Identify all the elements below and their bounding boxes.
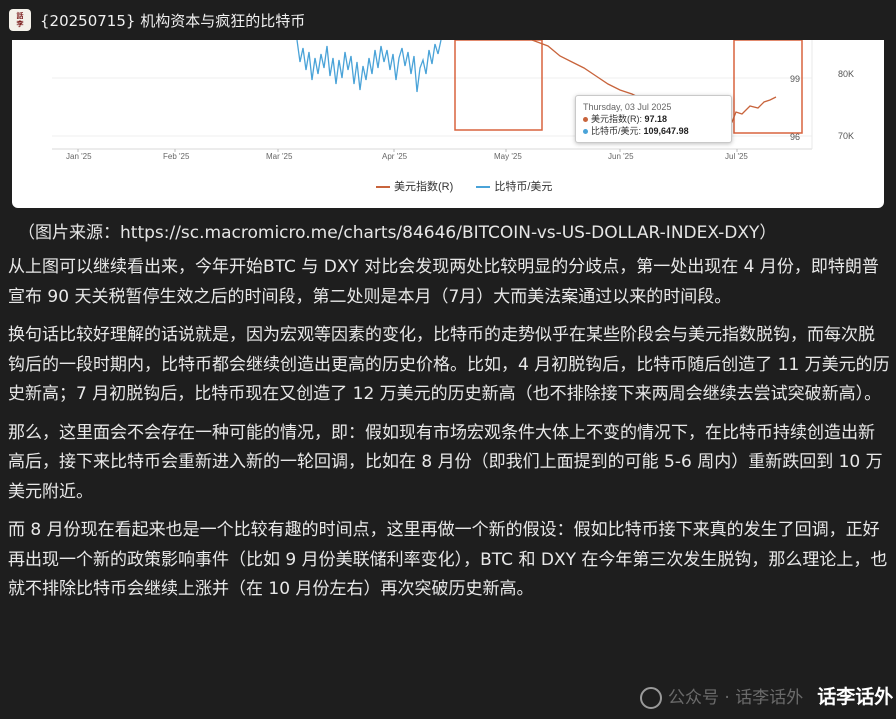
title-bar: 話李 {20250715} 机构资本与疯狂的比特币 <box>0 0 896 40</box>
watermark-name: 话李话外 <box>817 686 894 708</box>
chart-tooltip: Thursday, 03 Jul 2025 美元指数(R): 97.18 比特币… <box>575 95 732 143</box>
btc-dot-icon <box>583 129 588 135</box>
dxy-dot-icon <box>583 117 588 123</box>
paragraph-4: 而 8 月份现在看起来也是一个比较有趣的时间点，这里再做一个新的假设：假如比特币… <box>8 520 888 599</box>
btc-tick-80k: 80K <box>838 69 854 79</box>
legend-label-btc: 比特币/美元 <box>494 181 553 193</box>
divergence-box-july <box>733 40 803 134</box>
x-tick-label: Jun '25 <box>608 152 634 161</box>
x-tick-label: Mar '25 <box>266 152 293 161</box>
chart-image: Jan '25 Feb '25 Mar '25 Apr '25 May '25 Jun '… <box>12 40 884 208</box>
x-tick-label: May '25 <box>494 152 522 161</box>
legend-label-dxy: 美元指数(R) <box>394 181 454 193</box>
dxy-swatch-icon <box>376 186 390 189</box>
x-tick-label: Apr '25 <box>382 152 408 161</box>
tooltip-date: Thursday, 03 Jul 2025 <box>583 102 672 112</box>
btc-series-line <box>296 40 442 93</box>
image-source: （图片来源：https://sc.macromicro.me/charts/84… <box>18 218 896 248</box>
watermark: 公众号 · 话李话外 话李话外 <box>640 682 893 712</box>
paragraph-1: 从上图可以继续看出来，今年开始BTC 与 DXY 对比会发现两处比较明显的分歧点… <box>8 257 879 307</box>
tooltip-row-btc: 比特币/美元: 109,647.98 <box>583 125 724 137</box>
source-prefix: （图片来源： <box>18 223 120 243</box>
app-logo-icon: 話李 <box>9 9 31 31</box>
dxy-tick-96: 96 <box>790 132 800 142</box>
btc-tick-70k: 70K <box>838 131 854 141</box>
tooltip-row-dxy: 美元指数(R): 97.18 <box>583 113 724 125</box>
source-suffix: ） <box>759 223 777 243</box>
tooltip-dxy-label: 美元指数(R): <box>591 114 642 124</box>
chart-legend: 美元指数(R) 比特币/美元 <box>376 178 572 194</box>
tooltip-btc-value: 109,647.98 <box>643 126 689 136</box>
watermark-faint: 公众号 · 话李话外 <box>668 688 804 708</box>
btc-swatch-icon <box>476 186 491 189</box>
legend-item-btc[interactable]: 比特币/美元 <box>476 178 552 194</box>
window-title: {20250715} 机构资本与疯狂的比特币 <box>40 12 306 30</box>
article-body: （图片来源：https://sc.macromicro.me/charts/84… <box>8 218 890 605</box>
paragraph-2: 换句话比较好理解的话说就是，因为宏观等因素的变化，比特币的走势似乎在某些阶段会与… <box>8 325 890 404</box>
x-tick-label: Jul '25 <box>725 152 748 161</box>
dxy-tick-99: 99 <box>790 74 800 84</box>
wechat-logo-icon <box>640 687 662 709</box>
source-link[interactable]: https://sc.macromicro.me/charts/84646/BI… <box>120 223 759 243</box>
paragraph-3: 那么，这里面会不会存在一种可能的情况，即：假如现有市场宏观条件大体上不变的情况下… <box>8 422 883 502</box>
x-tick-label: Feb '25 <box>163 152 190 161</box>
divergence-box-april <box>454 40 543 131</box>
tooltip-btc-label: 比特币/美元: <box>591 126 642 136</box>
x-tick-label: Jan '25 <box>66 152 92 161</box>
legend-item-dxy[interactable]: 美元指数(R) <box>376 178 453 194</box>
tooltip-dxy-value: 97.18 <box>644 114 668 124</box>
